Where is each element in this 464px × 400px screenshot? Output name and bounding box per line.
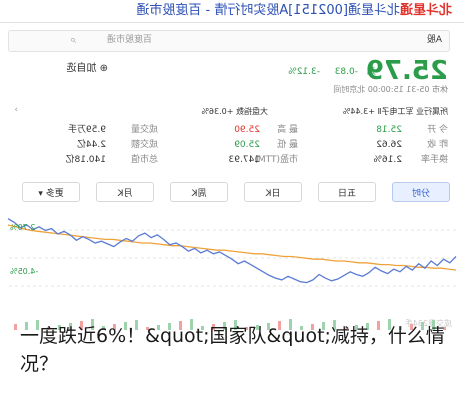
quote-label: 昨 收 — [427, 140, 448, 150]
market-label[interactable]: A股 — [427, 35, 442, 45]
chevron-icon[interactable]: › — [14, 105, 18, 115]
y-axis-label: -4.05% — [10, 267, 39, 276]
price-currency: 元 — [366, 67, 376, 77]
search-icon[interactable]: ⌕ — [70, 33, 76, 46]
quote-label: 换手率 — [420, 155, 448, 165]
quote-label: 今 开 — [427, 125, 448, 135]
quote-label: 总市值 — [130, 155, 158, 165]
tab-0[interactable]: 分时 — [392, 182, 450, 202]
add-watch-label: 加自选 — [66, 63, 97, 74]
quote-label: 成交额 — [130, 140, 158, 150]
tab-1[interactable]: 五日 — [318, 182, 376, 202]
index-link[interactable]: 大盘指数 +0.36% — [201, 107, 268, 116]
quote-label: 成交量 — [130, 125, 158, 135]
search-input[interactable]: 百度股市通 — [107, 35, 152, 45]
price-change: -0.83 — [334, 67, 358, 77]
tab-3[interactable]: 周K — [170, 182, 228, 202]
quote-value: 2.16% — [373, 155, 402, 165]
quote-value: 147.93 — [228, 155, 261, 165]
title-divider — [0, 22, 464, 23]
quote-label: 最 低 — [277, 140, 298, 150]
quote-value: 25.18 — [376, 125, 402, 135]
quote-value: 25.90 — [234, 125, 260, 135]
avg-price-line — [7, 224, 457, 271]
quote-value: 2.44亿 — [76, 140, 106, 150]
quote-value: 25.09 — [234, 140, 260, 150]
y-axis-label: -2.70% — [10, 223, 39, 232]
tab-4[interactable]: 月K — [96, 182, 154, 202]
quote-value: 26.62 — [376, 140, 402, 150]
page-tab-title[interactable]: 北斗星通北斗星通[002151]A股实时行情 - 百度股市通 — [136, 3, 452, 18]
quote-label: 最 高 — [277, 125, 298, 135]
add-circle-icon: ⊕ — [96, 63, 108, 74]
tab-5[interactable]: 更多 ▾ — [22, 182, 80, 202]
caption-text: 一度跌近6%！&quot;国家队&quot;减持，什么情况？ — [20, 325, 445, 375]
brand-text: 北斗星通 — [399, 3, 452, 18]
tab-2[interactable]: 日K — [244, 182, 302, 202]
add-watch-button[interactable]: ⊕ 加自选 — [66, 63, 108, 74]
quote-value: 140.18亿 — [65, 155, 107, 165]
market-status: 休市 05-31 15:00:00 北京时间 — [333, 85, 448, 94]
intraday-chart: -2.70%-4.05%成交量234手 — [7, 218, 457, 330]
quote-label: 市盈(TTM) — [254, 155, 298, 165]
stock-price: 25.79 — [365, 56, 448, 86]
tab-title-text: 北斗星通[002151]A股实时行情 - 百度股市通 — [136, 3, 400, 18]
price-change-pct: -3.12% — [288, 67, 320, 77]
industry-link[interactable]: 所属行业 军工电子Ⅱ +3.44% — [343, 107, 448, 116]
quote-value: 9.59万手 — [67, 125, 106, 135]
